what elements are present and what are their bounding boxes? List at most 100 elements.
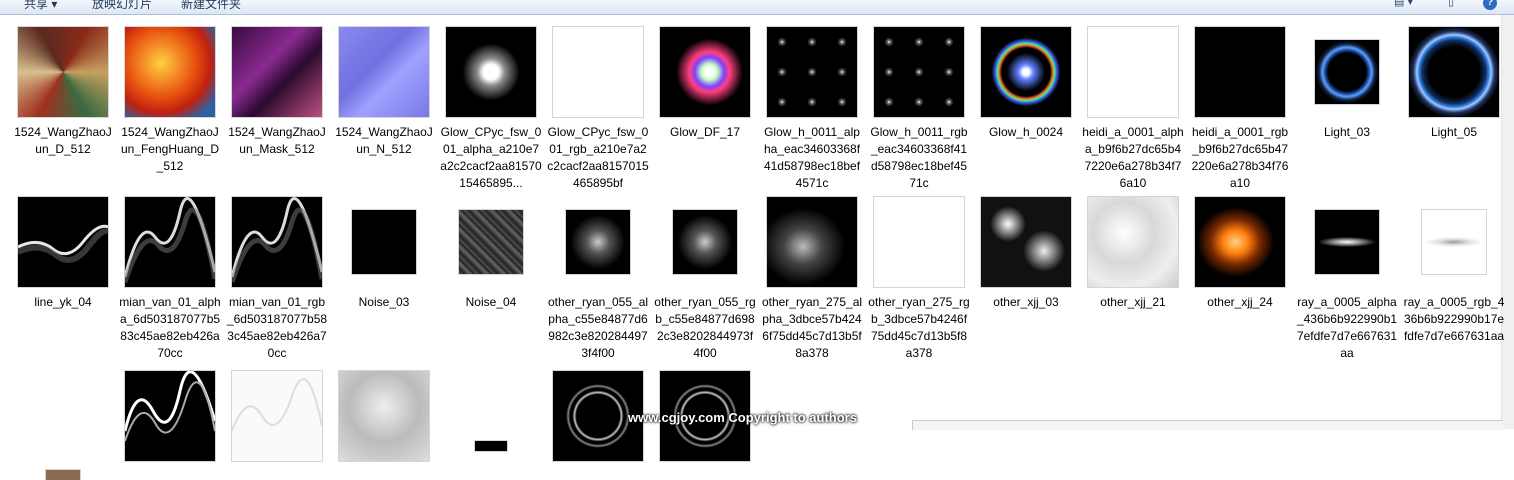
file-item[interactable]: other_ryan_275_alpha_3dbce57b4246f75dd45… <box>759 194 865 362</box>
file-item[interactable]: mian_van_01_alpha_6d503187077b583c45ae82… <box>117 194 223 362</box>
file-item[interactable]: Light_05 <box>1401 24 1507 141</box>
file-name: Glow_DF_17 <box>669 125 741 139</box>
file-item[interactable]: other_ryan_055_alpha_c55e84877d6982c3e82… <box>545 194 651 362</box>
file-name: Light_05 <box>1430 125 1478 139</box>
thumbnail-blue-ring <box>1315 40 1379 104</box>
file-name: Glow_CPyc_fsw_001_rgb_a210e7a2c2cacf2aa8… <box>547 125 649 190</box>
file-name: Glow_h_0011_rgb_eac34603368f41d58798ec18… <box>870 125 968 190</box>
thumbnail-white <box>553 27 643 117</box>
thumbnail-white <box>874 197 964 287</box>
file-name: mian_van_01_rgb_6d503187077b583c45ae82eb… <box>226 295 328 360</box>
file-item[interactable] <box>117 364 223 464</box>
thumbnail-texture-mask <box>232 27 322 117</box>
file-item[interactable]: 1524_WangZhaoJun_Mask_512 <box>224 24 330 158</box>
thumbnail-dot-grid <box>874 27 964 117</box>
file-name: mian_van_01_alpha_6d503187077b583c45ae82… <box>119 295 221 360</box>
watermark-text: www.cgjoy.com Copyright to authors <box>628 410 857 425</box>
view-options-icon[interactable]: ▤ ▾ <box>1394 0 1413 8</box>
new-folder-button[interactable]: 新建文件夹 <box>181 0 241 12</box>
thumbnail-rainbow-glow <box>660 27 750 117</box>
file-item[interactable]: Glow_CPyc_fsw_001_alpha_a210e7a2c2cacf2a… <box>438 24 544 192</box>
thumbnail-partial <box>46 470 80 480</box>
file-item[interactable]: 1524_WangZhaoJun_D_512 <box>10 24 116 158</box>
file-name: other_xjj_03 <box>993 295 1059 309</box>
thumbnail-black <box>1195 27 1285 117</box>
file-name: 1524_WangZhaoJun_Mask_512 <box>228 125 326 156</box>
file-name: 1524_WangZhaoJun_N_512 <box>335 125 433 156</box>
thumbnail-blue-ring <box>1409 27 1499 117</box>
thumbnail-light-wave <box>232 371 322 461</box>
thumbnail-rainbow-ring <box>981 27 1071 117</box>
thumbnail-normal-map <box>339 27 429 117</box>
file-name: 1524_WangZhaoJun_D_512 <box>14 125 112 156</box>
file-name: other_xjj_24 <box>1207 295 1273 309</box>
thumbnail-smoke <box>673 210 737 274</box>
file-item[interactable]: other_xjj_03 <box>973 194 1079 311</box>
file-item[interactable]: ray_a_0005_rgb_436b6b922990b17efdfe7d7e6… <box>1401 194 1507 345</box>
file-name: Glow_h_0011_alpha_eac34603368f41d58798ec… <box>763 125 861 190</box>
thumbnail-texture-diffuse <box>18 27 108 117</box>
file-item[interactable] <box>331 364 437 464</box>
slideshow-button[interactable]: 放映幻灯片 <box>92 0 152 12</box>
file-item[interactable]: Noise_04 <box>438 194 544 311</box>
file-name: Noise_04 <box>465 295 517 309</box>
file-item[interactable]: Light_03 <box>1294 24 1400 141</box>
file-name: heidi_a_0001_alpha_b9f6b27dc65b47220e6a2… <box>1082 125 1184 190</box>
thumbnail-smoke <box>566 210 630 274</box>
file-item[interactable]: Noise_03 <box>331 194 437 311</box>
file-name: 1524_WangZhaoJun_FengHuang_D_512 <box>120 125 220 173</box>
thumbnail-dot-grid <box>767 27 857 117</box>
preview-pane-icon[interactable]: ▯ <box>1448 0 1454 8</box>
file-item[interactable]: heidi_a_0001_rgb_b9f6b27dc65b47220e6a278… <box>1187 24 1293 192</box>
thumbnail-ray <box>1422 210 1486 274</box>
file-name: other_ryan_275_alpha_3dbce57b4246f75dd45… <box>761 295 863 360</box>
file-name: line_yk_04 <box>34 295 92 309</box>
thumbnail-caustic <box>981 197 1071 287</box>
thumbnail-wave <box>18 197 108 287</box>
file-name: ray_a_0005_alpha_436b6b922990b17efdfe7d7… <box>1296 295 1398 360</box>
file-item[interactable]: heidi_a_0001_alpha_b9f6b27dc65b47220e6a2… <box>1080 24 1186 192</box>
thumbnail-wave <box>232 197 322 287</box>
thumbnail-wave <box>125 371 215 461</box>
help-icon[interactable]: ? <box>1483 0 1497 10</box>
file-grid: 1524_WangZhaoJun_D_512 1524_WangZhaoJun_… <box>0 14 1504 480</box>
file-item[interactable]: Glow_DF_17 <box>652 24 758 141</box>
file-item[interactable]: 1524_WangZhaoJun_FengHuang_D_512 <box>117 24 223 175</box>
file-name: other_ryan_055_alpha_c55e84877d6982c3e82… <box>547 295 649 360</box>
thumbnail-wave <box>125 197 215 287</box>
file-item[interactable]: Glow_h_0024 <box>973 24 1079 141</box>
thumbnail-glow <box>446 27 536 117</box>
command-bar: 共享 ▾ 放映幻灯片 新建文件夹 ▤ ▾ ▯ ? <box>0 0 1514 15</box>
file-item[interactable] <box>438 364 544 464</box>
thumbnail-ray <box>1315 210 1379 274</box>
file-item[interactable]: other_ryan_055_rgb_c55e84877d6982c3e8202… <box>652 194 758 362</box>
thumbnail-black <box>352 210 416 274</box>
file-item[interactable] <box>10 364 116 480</box>
file-item[interactable]: 1524_WangZhaoJun_N_512 <box>331 24 437 158</box>
file-item[interactable]: other_xjj_24 <box>1187 194 1293 311</box>
file-name: Noise_03 <box>358 295 410 309</box>
thumbnail-texture-phoenix <box>125 27 215 117</box>
file-item[interactable]: line_yk_04 <box>10 194 116 311</box>
file-item[interactable]: other_ryan_275_rgb_3dbce57b4246f75dd45c7… <box>866 194 972 362</box>
file-item[interactable]: Glow_CPyc_fsw_001_rgb_a210e7a2c2cacf2aa8… <box>545 24 651 192</box>
file-name: Glow_h_0024 <box>988 125 1064 139</box>
thumbnail-grey-blob <box>339 371 429 461</box>
file-item[interactable]: mian_van_01_rgb_6d503187077b583c45ae82eb… <box>224 194 330 362</box>
file-item[interactable]: Glow_h_0011_rgb_eac34603368f41d58798ec18… <box>866 24 972 192</box>
file-name: other_ryan_275_rgb_3dbce57b4246f75dd45c7… <box>868 295 970 360</box>
file-name: other_xjj_21 <box>1100 295 1166 309</box>
file-name: Glow_CPyc_fsw_001_alpha_a210e7a2c2cacf2a… <box>440 125 542 190</box>
file-name: ray_a_0005_rgb_436b6b922990b17efdfe7d7e6… <box>1403 295 1505 343</box>
file-item[interactable]: other_xjj_21 <box>1080 194 1186 311</box>
share-button[interactable]: 共享 ▾ <box>24 0 57 12</box>
thumbnail-black <box>475 441 507 451</box>
file-name: other_ryan_055_rgb_c55e84877d6982c3e8202… <box>654 295 756 360</box>
thumbnail-cloud <box>1088 197 1178 287</box>
file-item[interactable] <box>224 364 330 464</box>
file-name: Light_03 <box>1323 125 1371 139</box>
file-item[interactable]: Glow_h_0011_alpha_eac34603368f41d58798ec… <box>759 24 865 192</box>
thumbnail-smoke <box>767 197 857 287</box>
file-item[interactable]: ray_a_0005_alpha_436b6b922990b17efdfe7d7… <box>1294 194 1400 362</box>
thumbnail-noise-tile <box>459 210 523 274</box>
